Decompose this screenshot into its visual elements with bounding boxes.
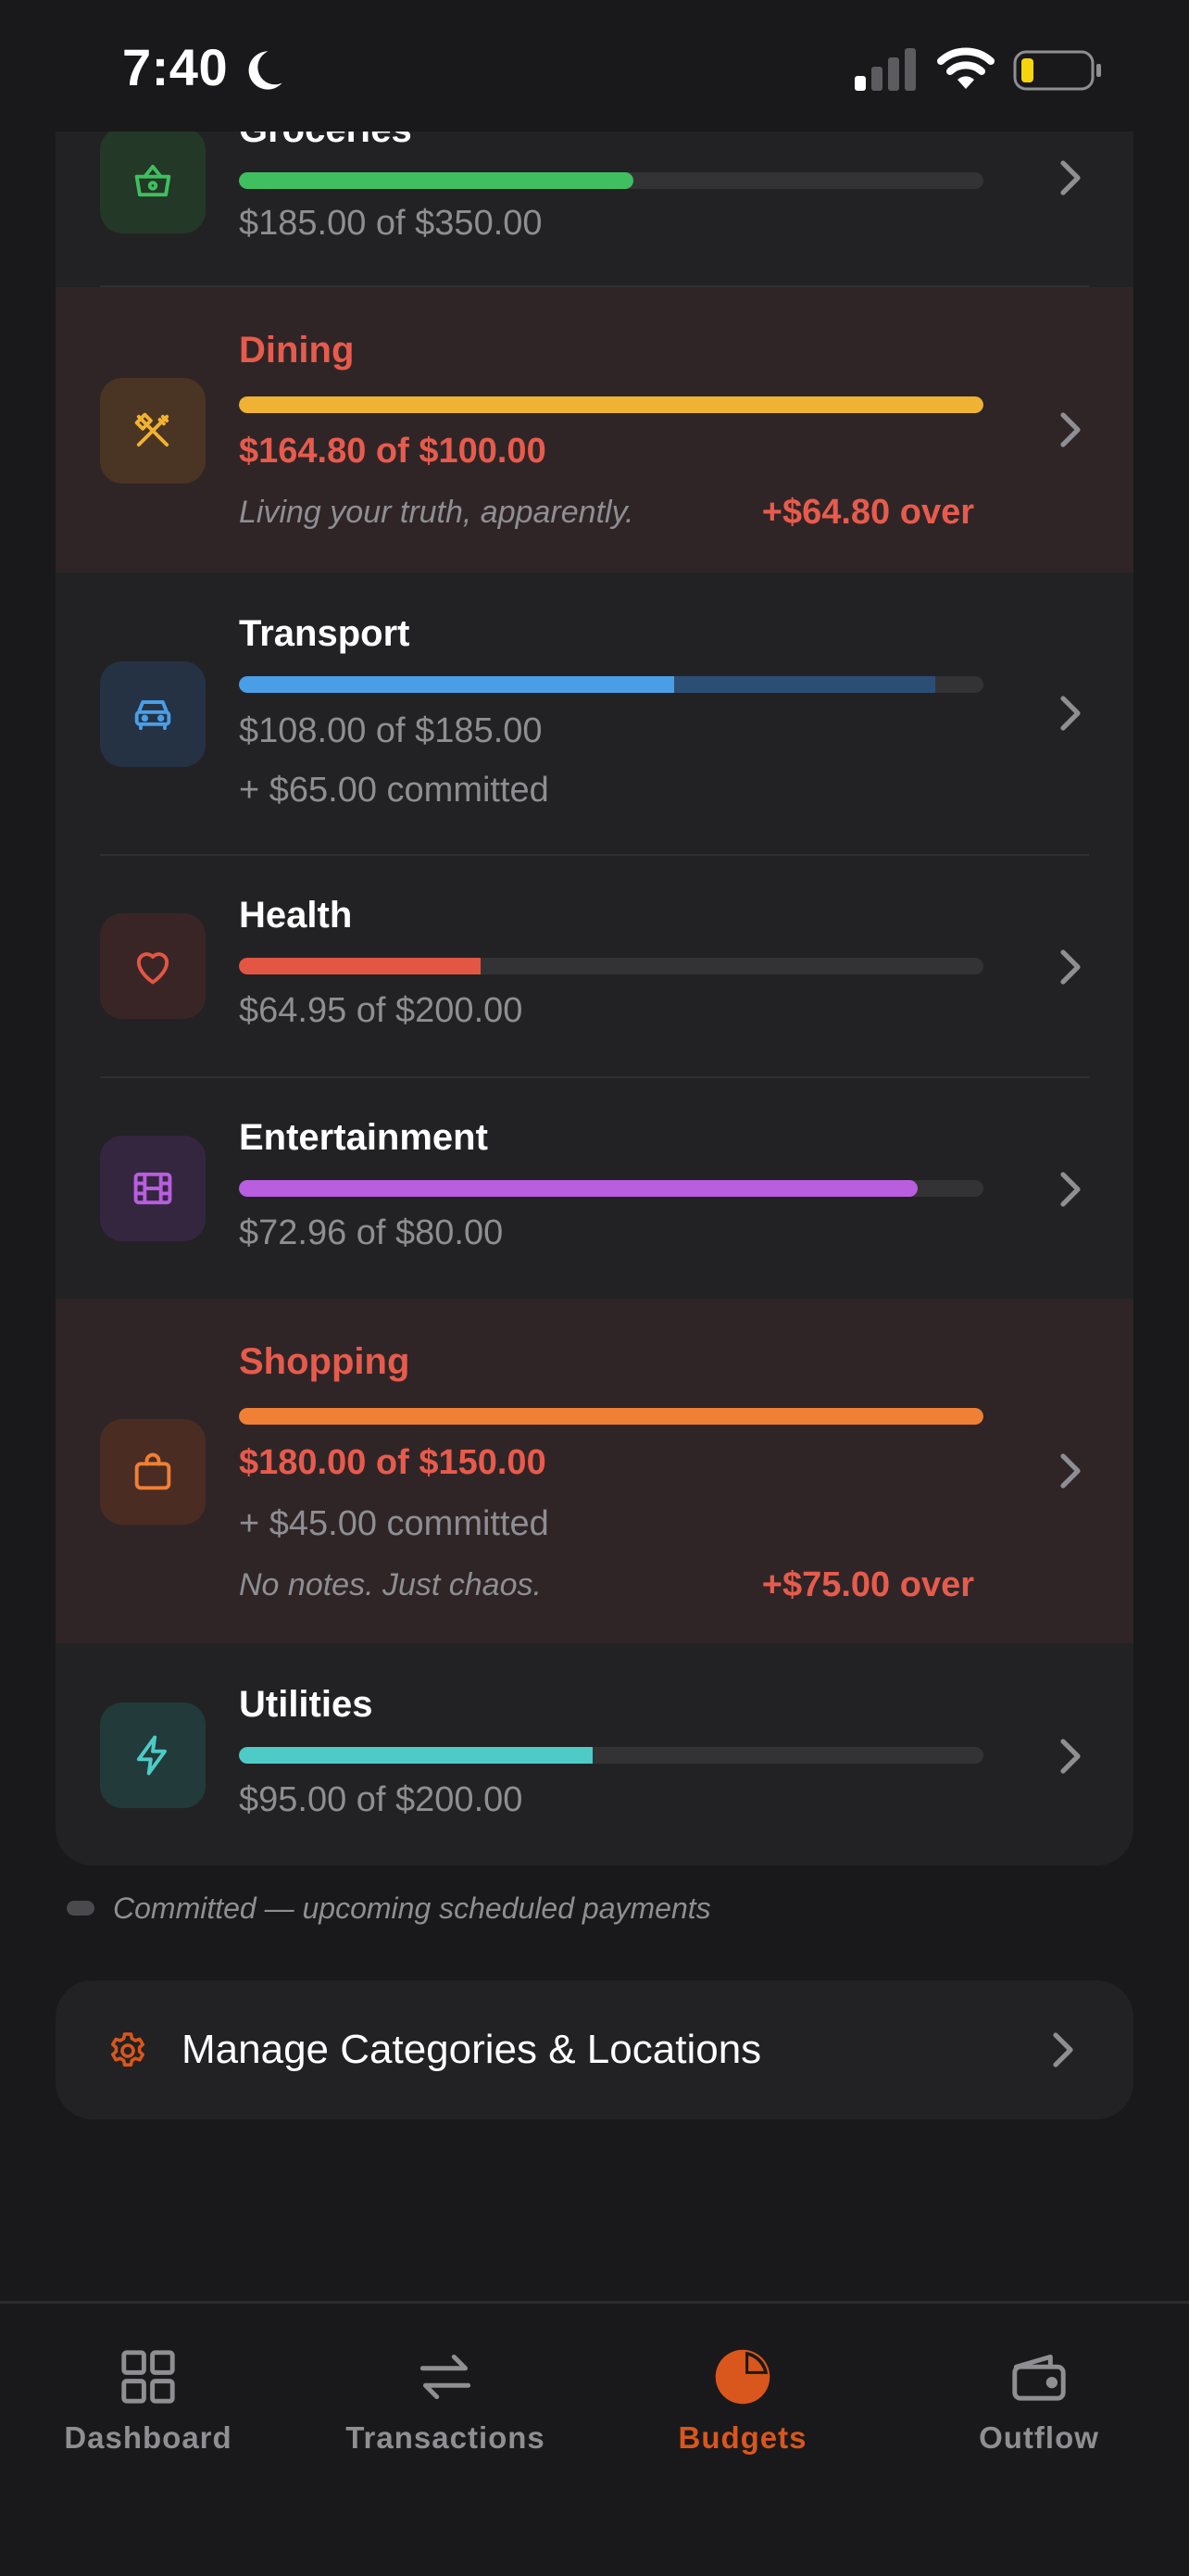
budget-progress-fill <box>239 1408 983 1425</box>
manage-categories-button[interactable]: Manage Categories & Locations <box>56 1980 1133 2119</box>
tab-outflow[interactable]: Outflow <box>928 2343 1150 2472</box>
budget-progress-fill <box>239 172 634 189</box>
chevron-right-icon <box>1060 1172 1081 1207</box>
category-name: Entertainment <box>239 1117 488 1158</box>
category-note: Living your truth, apparently. <box>239 495 634 530</box>
budget-amount: $72.96 of $80.00 <box>239 1213 504 1252</box>
budget-progress-bar <box>239 958 983 974</box>
utilities-icon-tile <box>100 1703 206 1808</box>
committed-legend-swatch <box>67 1901 94 1916</box>
wifi-icon <box>937 47 995 89</box>
tab-label: Dashboard <box>64 2420 232 2455</box>
budget-progress-fill <box>239 958 482 974</box>
committed-progress-fill <box>673 676 935 693</box>
transport-icon-tile <box>100 661 206 767</box>
category-name: Transport <box>239 613 410 654</box>
film-icon <box>133 1172 172 1205</box>
committed-legend: Committed — upcoming scheduled payments <box>56 1890 711 1927</box>
chevron-right-icon <box>1060 696 1081 731</box>
budget-amount: $185.00 of $350.00 <box>239 204 543 243</box>
lightning-icon <box>136 1735 167 1776</box>
budget-amount: $64.95 of $200.00 <box>239 991 523 1030</box>
budget-amount: $95.00 of $200.00 <box>239 1780 523 1819</box>
committed-amount: + $65.00 committed <box>239 771 549 810</box>
chevron-right-icon <box>1060 1739 1081 1774</box>
battery-icon <box>1013 50 1101 91</box>
entertainment-icon-tile <box>100 1136 206 1241</box>
status-time: 7:40 <box>122 38 229 96</box>
arrows-swap-icon <box>419 2354 471 2400</box>
budget-amount: $164.80 of $100.00 <box>239 432 546 471</box>
status-bar: 7:40 <box>0 0 1189 132</box>
over-budget-amount: +$64.80 over <box>761 493 974 532</box>
budget-progress-bar <box>239 1408 983 1425</box>
category-name: Health <box>239 895 353 936</box>
tab-label: Budgets <box>678 2420 807 2455</box>
chevron-right-icon <box>1060 160 1081 195</box>
category-row-utilities[interactable]: Utilities $95.00 of $200.00 <box>56 1645 1133 1866</box>
tab-budgets[interactable]: Budgets <box>632 2343 854 2472</box>
dining-icon-tile <box>100 378 206 484</box>
wallet-icon <box>1012 2354 1066 2401</box>
tab-transactions[interactable]: Transactions <box>334 2343 557 2472</box>
category-row-entertainment[interactable]: Entertainment $72.96 of $80.00 <box>56 1078 1133 1297</box>
over-budget-amount: +$75.00 over <box>761 1565 974 1604</box>
pie-chart-icon <box>715 2349 770 2405</box>
groceries-icon-tile <box>100 132 206 233</box>
budget-progress-fill <box>239 1747 593 1764</box>
budget-progress-bar <box>239 1180 983 1197</box>
cellular-signal-icon <box>855 48 916 91</box>
tab-bar: Dashboard Transactions Budgets Outflow <box>0 2301 1189 2576</box>
shopping-bag-icon <box>134 1452 171 1490</box>
category-row-groceries[interactable]: Groceries $185.00 of $350.00 <box>56 132 1133 258</box>
budget-amount: $180.00 of $150.00 <box>239 1443 546 1482</box>
budget-progress-bar <box>239 1747 983 1764</box>
category-name: Dining <box>239 330 355 371</box>
grid-icon <box>121 2350 175 2404</box>
budget-progress-fill <box>239 396 983 413</box>
chevron-right-icon <box>1060 949 1081 985</box>
shopping-icon-tile <box>100 1419 206 1525</box>
category-row-health[interactable]: Health $64.95 of $200.00 <box>56 856 1133 1076</box>
category-row-shopping[interactable]: Shopping $180.00 of $150.00 + $45.00 com… <box>56 1299 1133 1643</box>
gear-icon <box>111 2032 144 2067</box>
manage-categories-label: Manage Categories & Locations <box>181 2027 762 2072</box>
budget-progress-bar <box>239 172 983 189</box>
budget-progress-fill <box>239 676 674 693</box>
car-icon <box>134 700 171 731</box>
tab-label: Transactions <box>345 2420 545 2455</box>
tab-label: Outflow <box>979 2420 1099 2455</box>
moon-icon <box>248 51 282 90</box>
chevron-right-icon <box>1053 2032 1073 2067</box>
health-icon-tile <box>100 913 206 1019</box>
heart-icon <box>136 952 169 985</box>
basket-icon <box>134 164 171 197</box>
budget-amount: $108.00 of $185.00 <box>239 711 543 750</box>
budget-progress-fill <box>239 1180 919 1197</box>
category-note: No notes. Just chaos. <box>239 1567 542 1602</box>
category-row-transport[interactable]: Transport $108.00 of $185.00 + $65.00 co… <box>56 574 1133 854</box>
category-row-dining[interactable]: Dining $164.80 of $100.00 Living your tr… <box>56 287 1133 572</box>
budget-categories-list: Groceries $185.00 of $350.00 Dining $164… <box>56 132 1133 1866</box>
category-name: Shopping <box>239 1341 410 1382</box>
chevron-right-icon <box>1060 1453 1081 1489</box>
tab-dashboard[interactable]: Dashboard <box>37 2343 259 2472</box>
category-name: Groceries <box>239 132 412 151</box>
fork-knife-icon <box>134 412 169 447</box>
committed-legend-text: Committed — upcoming scheduled payments <box>113 1891 711 1925</box>
chevron-right-icon <box>1060 412 1081 447</box>
budget-progress-bar <box>239 676 983 693</box>
budget-progress-bar <box>239 396 983 413</box>
committed-amount: + $45.00 committed <box>239 1504 549 1543</box>
category-name: Utilities <box>239 1684 373 1725</box>
